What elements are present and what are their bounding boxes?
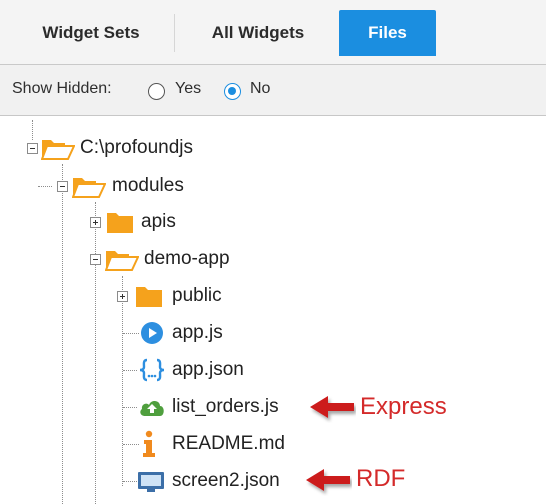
cloud-upload-icon [140, 400, 164, 416]
annotation-rdf: RDF [356, 465, 406, 492]
file-tree: C:\profoundjs modules apis demo-app publ… [0, 116, 546, 504]
open-folder-icon [105, 251, 139, 271]
file-explorer-panel: Widget Sets All Widgets Files Show Hidde… [0, 0, 546, 504]
info-icon [143, 430, 155, 457]
tree-line [123, 444, 139, 445]
collapse-toggle[interactable] [57, 181, 68, 192]
open-folder-icon [41, 140, 75, 160]
show-hidden-label: Show Hidden: [12, 80, 112, 97]
monitor-icon [138, 472, 164, 492]
tree-line [123, 370, 137, 371]
show-hidden-row: Show Hidden: Yes No [0, 65, 546, 116]
tree-node-label[interactable]: C:\profoundjs [80, 137, 193, 159]
tab-all-widgets[interactable]: All Widgets [183, 10, 333, 56]
tree-line [123, 333, 139, 334]
folder-icon [107, 213, 133, 233]
play-circle-icon [141, 322, 163, 344]
expand-toggle[interactable] [117, 291, 128, 302]
tab-widget-sets[interactable]: Widget Sets [16, 10, 166, 56]
tree-line [62, 164, 63, 504]
radio-no[interactable] [224, 83, 241, 100]
tree-node-label[interactable]: app.js [172, 322, 223, 344]
open-folder-icon [72, 178, 106, 198]
tab-bar: Widget Sets All Widgets Files [0, 0, 546, 65]
arrow-left-icon [306, 469, 350, 491]
tree-line [123, 481, 137, 482]
expand-toggle[interactable] [90, 217, 101, 228]
collapse-toggle[interactable] [90, 254, 101, 265]
tree-line [122, 276, 123, 486]
tree-node-label[interactable]: README.md [172, 433, 285, 455]
tree-node-label[interactable]: public [172, 285, 222, 307]
folder-icon [136, 287, 162, 307]
tree-line [32, 120, 33, 140]
annotation-express: Express [360, 393, 447, 420]
collapse-toggle[interactable] [27, 143, 38, 154]
tree-line [123, 407, 137, 408]
tree-node-label[interactable]: list_orders.js [172, 396, 279, 418]
tree-node-label[interactable]: apis [141, 211, 176, 233]
arrow-left-icon [310, 396, 354, 418]
tree-line [38, 186, 52, 187]
tab-files[interactable]: Files [339, 10, 436, 56]
radio-no-label[interactable]: No [250, 80, 270, 98]
curly-braces-icon [139, 358, 165, 382]
tree-node-label[interactable]: screen2.json [172, 470, 280, 492]
tree-node-label[interactable]: modules [112, 175, 184, 197]
radio-yes[interactable] [148, 83, 165, 100]
tab-separator [174, 14, 175, 52]
tree-line [95, 202, 96, 504]
tree-node-label[interactable]: demo-app [144, 248, 230, 270]
radio-yes-label[interactable]: Yes [175, 80, 201, 98]
tree-node-label[interactable]: app.json [172, 359, 244, 381]
